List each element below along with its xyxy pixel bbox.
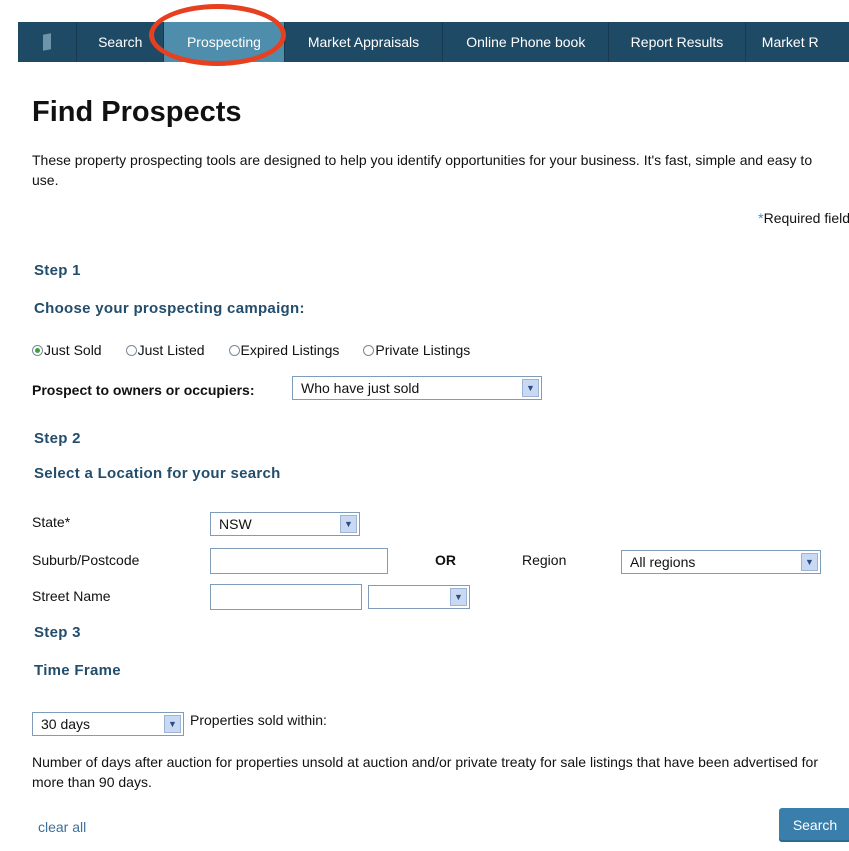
or-separator: OR xyxy=(435,552,456,568)
campaign-radio-group: Just Sold Just Listed Expired Listings P… xyxy=(32,342,494,358)
step2-subheading: Select a Location for your search xyxy=(34,465,281,482)
prospect-label: Prospect to owners or occupiers: xyxy=(32,382,255,398)
prospect-select[interactable]: Who have just sold ▼ xyxy=(292,376,542,400)
nav-item-online-phone-book[interactable]: Online Phone book xyxy=(443,22,610,62)
radio-label: Just Listed xyxy=(137,342,205,358)
step3-heading: Step 3 xyxy=(34,624,81,641)
suburb-label: Suburb/Postcode xyxy=(32,552,140,568)
required-fields-note: *Required fields xyxy=(758,210,849,226)
search-button[interactable]: Search xyxy=(779,808,849,842)
nav-item-market-appraisals[interactable]: Market Appraisals xyxy=(285,22,444,62)
street-type-select[interactable]: ▼ xyxy=(368,585,470,609)
nav-item-market-r[interactable]: Market R xyxy=(746,22,849,62)
radio-button-icon[interactable] xyxy=(228,344,240,356)
radio-label: Just Sold xyxy=(44,342,102,358)
state-label: State* xyxy=(32,514,71,530)
step2-heading: Step 2 xyxy=(34,430,81,447)
required-fields-label: Required fields xyxy=(763,210,849,226)
chevron-down-icon[interactable]: ▼ xyxy=(164,715,181,733)
prospect-select-value: Who have just sold xyxy=(301,380,420,396)
intro-text: These property prospecting tools are des… xyxy=(32,152,813,188)
days-label: Properties sold within: xyxy=(190,712,327,728)
state-select[interactable]: NSW ▼ xyxy=(210,512,360,536)
chevron-down-icon[interactable]: ▼ xyxy=(801,553,818,571)
step1-subheading: Choose your prospecting campaign: xyxy=(34,300,305,317)
nav-item-report-results[interactable]: Report Results xyxy=(609,22,746,62)
radio-just-sold[interactable]: Just Sold xyxy=(32,342,102,358)
state-select-value: NSW xyxy=(219,516,252,532)
app-frame: Search Prospecting Market Appraisals Onl… xyxy=(18,4,849,851)
radio-private-listings[interactable]: Private Listings xyxy=(363,342,470,358)
page-title: Find Prospects xyxy=(32,96,242,128)
highlight-annotation xyxy=(149,4,286,66)
days-select-value: 30 days xyxy=(41,716,91,732)
radio-just-listed[interactable]: Just Listed xyxy=(125,342,205,358)
chevron-down-icon[interactable]: ▼ xyxy=(450,588,467,606)
step1-heading: Step 1 xyxy=(34,262,81,279)
step3-subheading: Time Frame xyxy=(34,662,121,679)
radio-button-icon[interactable] xyxy=(32,344,43,356)
top-navbar: Search Prospecting Market Appraisals Onl… xyxy=(18,22,849,62)
logo[interactable] xyxy=(18,22,78,62)
days-select[interactable]: 30 days ▼ xyxy=(32,712,184,736)
radio-label: Expired Listings xyxy=(240,342,340,358)
radio-button-icon[interactable] xyxy=(363,344,375,356)
chevron-down-icon[interactable]: ▼ xyxy=(522,379,539,397)
clear-all-link[interactable]: clear all xyxy=(38,819,86,835)
region-label: Region xyxy=(522,552,567,568)
region-select-value: All regions xyxy=(630,554,696,570)
radio-button-icon[interactable] xyxy=(125,344,137,356)
street-name-input[interactable] xyxy=(210,584,362,610)
region-select[interactable]: All regions ▼ xyxy=(621,550,821,574)
suburb-postcode-input[interactable] xyxy=(210,548,388,574)
time-frame-note: Number of days after auction for propert… xyxy=(32,754,818,790)
radio-expired-listings[interactable]: Expired Listings xyxy=(228,342,340,358)
radio-label: Private Listings xyxy=(375,342,471,358)
street-name-label: Street Name xyxy=(32,588,111,604)
chevron-down-icon[interactable]: ▼ xyxy=(340,515,357,533)
logo-icon xyxy=(43,33,52,51)
